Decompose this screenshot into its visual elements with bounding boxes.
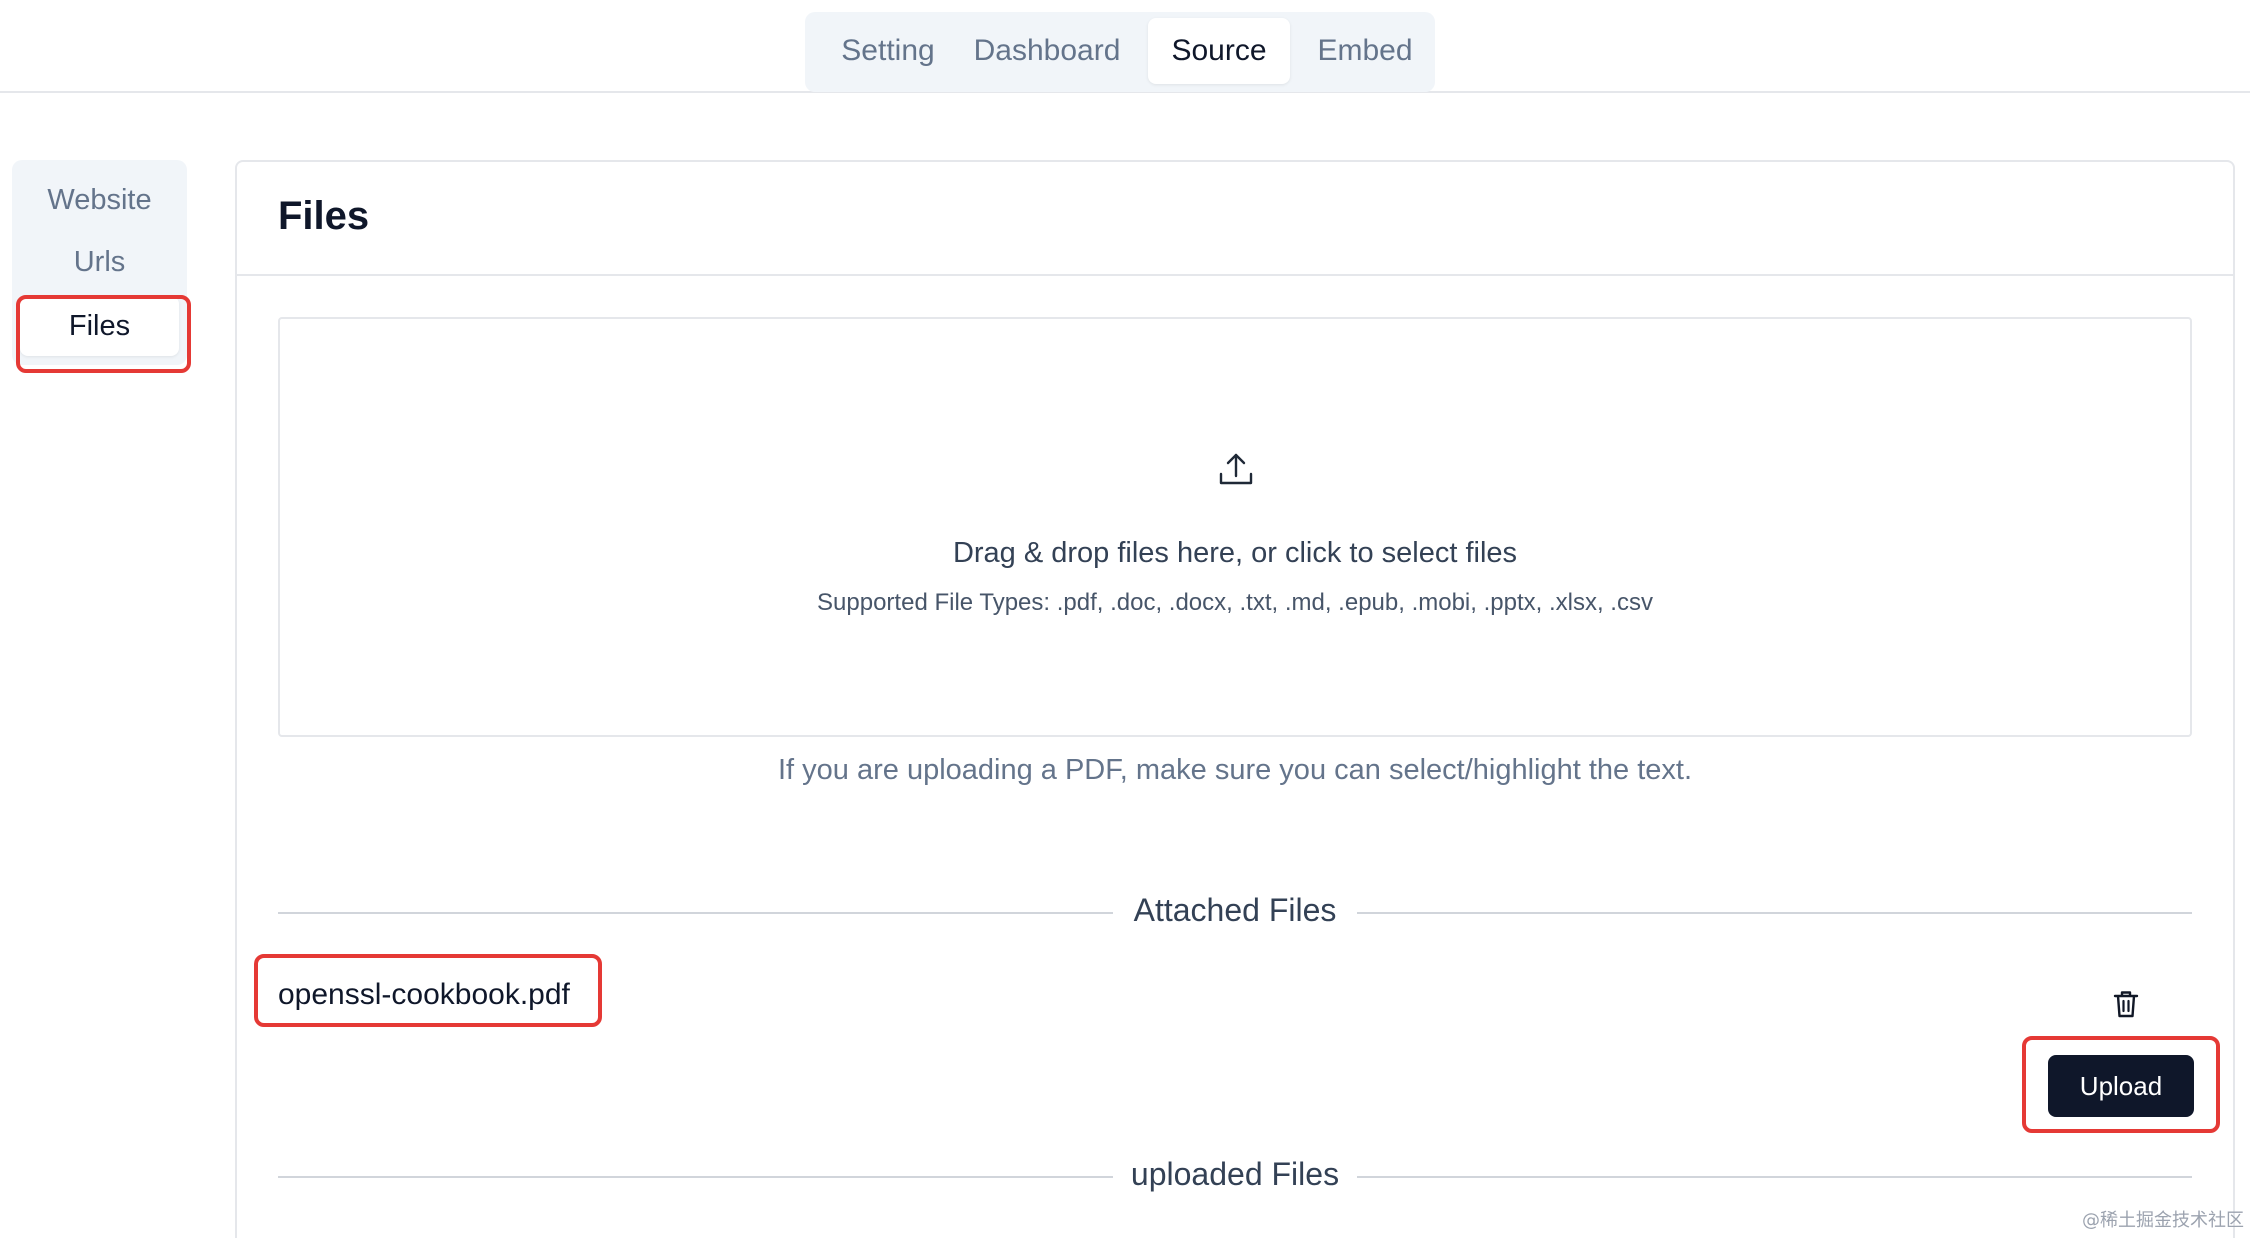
tab-dashboard[interactable]: Dashboard <box>971 18 1123 84</box>
tab-setting[interactable]: Setting <box>825 18 951 84</box>
attached-file-name: openssl-cookbook.pdf <box>278 978 570 1011</box>
source-side-nav: Website Urls Files <box>12 160 187 365</box>
files-card: Files Drag & drop files here, or click t… <box>235 160 2235 1238</box>
upload-icon <box>1219 453 1253 485</box>
dropzone-title: Drag & drop files here, or click to sele… <box>952 537 1518 569</box>
dropzone-supported-types: Supported File Types: .pdf, .doc, .docx,… <box>817 589 1653 616</box>
attached-files-heading: Attached Files <box>278 892 2192 929</box>
trash-icon[interactable] <box>2110 988 2142 1020</box>
watermark: @稀土掘金技术社区 <box>2082 1210 2244 1231</box>
top-tab-group: Setting Dashboard Source Embed <box>805 12 1435 92</box>
side-item-website[interactable]: Website <box>20 170 179 230</box>
side-item-urls[interactable]: Urls <box>20 232 179 292</box>
uploaded-files-divider: uploaded Files <box>278 1156 2192 1196</box>
side-item-files[interactable]: Files <box>20 296 179 356</box>
page-title: Files <box>278 194 370 238</box>
attached-files-divider: Attached Files <box>278 892 2192 932</box>
uploaded-files-heading: uploaded Files <box>278 1156 2192 1193</box>
upload-button[interactable]: Upload <box>2048 1055 2194 1117</box>
file-dropzone[interactable]: Drag & drop files here, or click to sele… <box>278 317 2192 737</box>
page: Setting Dashboard Source Embed Website U… <box>0 0 2250 1238</box>
pdf-note: If you are uploading a PDF, make sure yo… <box>777 754 1693 786</box>
card-header: Files <box>237 162 2233 276</box>
tab-source[interactable]: Source <box>1148 18 1290 84</box>
top-bar: Setting Dashboard Source Embed <box>0 0 2250 93</box>
tab-embed[interactable]: Embed <box>1301 18 1429 84</box>
